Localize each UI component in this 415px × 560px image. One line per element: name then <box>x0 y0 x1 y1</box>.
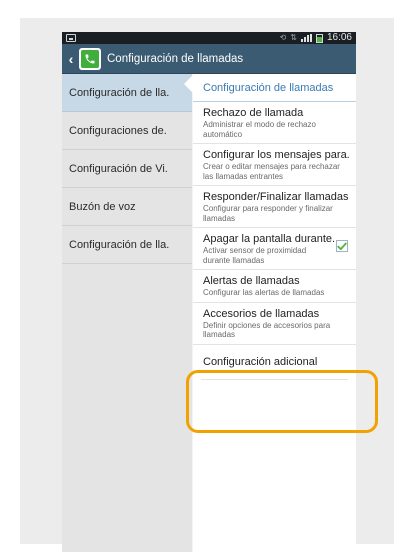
title-bar: ‹ Configuración de llamadas <box>62 44 356 74</box>
page-title: Configuración de llamadas <box>107 52 244 65</box>
setting-subtitle: Crear o editar mensajes para rechazar la… <box>203 162 340 181</box>
sidebar-item-label: Buzón de voz <box>69 200 136 213</box>
setting-title: Configuración adicional <box>203 355 318 368</box>
setting-subtitle: Configurar las alertas de llamadas <box>203 288 325 297</box>
image-notification-icon <box>66 34 76 42</box>
status-bar: ⟲ ⇅ 16:06 <box>62 32 356 44</box>
back-arrow-icon[interactable]: ‹ <box>65 44 77 74</box>
setting-answer-end-calls[interactable]: Responder/Finalizar llamadas Configurar … <box>193 186 356 228</box>
setting-call-alerts[interactable]: Alertas de llamadas Configurar las alert… <box>193 270 356 303</box>
sidebar-item-label: Configuración de lla. <box>69 238 170 251</box>
section-title: Configuración de llamadas <box>193 74 356 102</box>
proximity-sensor-checkbox[interactable] <box>336 240 348 252</box>
setting-call-rejection[interactable]: Rechazo de llamada Administrar el modo d… <box>193 102 356 144</box>
battery-icon <box>315 33 323 43</box>
device-screen: ⟲ ⇅ 16:06 ‹ Configuración de llamadas Co… <box>62 32 356 552</box>
setting-reject-messages[interactable]: Configurar los mensajes para. Crear o ed… <box>193 144 356 186</box>
sidebar-item-call-settings[interactable]: Configuración de lla. <box>62 74 192 112</box>
setting-title: Rechazo de llamada <box>203 107 304 119</box>
setting-title: Accesorios de llamadas <box>203 307 320 320</box>
setting-title: Responder/Finalizar llamadas <box>203 191 349 203</box>
status-time: 16:06 <box>326 32 352 43</box>
setting-title: Configurar los mensajes para. <box>203 149 350 161</box>
setting-subtitle: Definir opciones de accesorios para llam… <box>203 320 331 340</box>
sidebar-item-label: Configuración de lla. <box>69 86 170 99</box>
check-icon <box>337 242 347 250</box>
sync-icon: ⟲ <box>279 33 287 42</box>
sidebar-item-label: Configuraciones de. <box>69 124 167 137</box>
setting-subtitle: Configurar para responder y finalizar ll… <box>203 204 333 223</box>
sidebar: Configuración de lla. Configuraciones de… <box>62 74 192 552</box>
setting-call-accessories[interactable]: Accesorios de llamadas Definir opciones … <box>193 303 356 345</box>
data-transfer-icon: ⇅ <box>290 33 297 42</box>
sidebar-item-video-settings[interactable]: Configuración de Vi. <box>62 150 192 188</box>
setting-title: Apagar la pantalla durante. <box>203 233 336 245</box>
signal-icon <box>300 34 312 42</box>
setting-screen-off-during-calls[interactable]: Apagar la pantalla durante. Activar sens… <box>193 228 356 270</box>
status-icons: ⟲ ⇅ 16:06 <box>280 32 352 44</box>
setting-subtitle: Administrar el modo de rechazo automátic… <box>203 120 316 139</box>
settings-list: Configuración de llamadas Rechazo de lla… <box>193 74 356 552</box>
sidebar-item-call-settings-2[interactable]: Configuración de lla. <box>62 226 192 264</box>
setting-title: Alertas de llamadas <box>203 275 300 287</box>
sidebar-item-settings[interactable]: Configuraciones de. <box>62 112 192 150</box>
phone-app-icon[interactable] <box>79 47 101 70</box>
setting-subtitle: Activar sensor de proximidad durante lla… <box>203 246 307 265</box>
sidebar-item-voicemail[interactable]: Buzón de voz <box>62 188 192 226</box>
sidebar-item-label: Configuración de Vi. <box>69 162 168 175</box>
highlight-callout <box>186 370 378 433</box>
selection-pointer <box>184 75 193 93</box>
